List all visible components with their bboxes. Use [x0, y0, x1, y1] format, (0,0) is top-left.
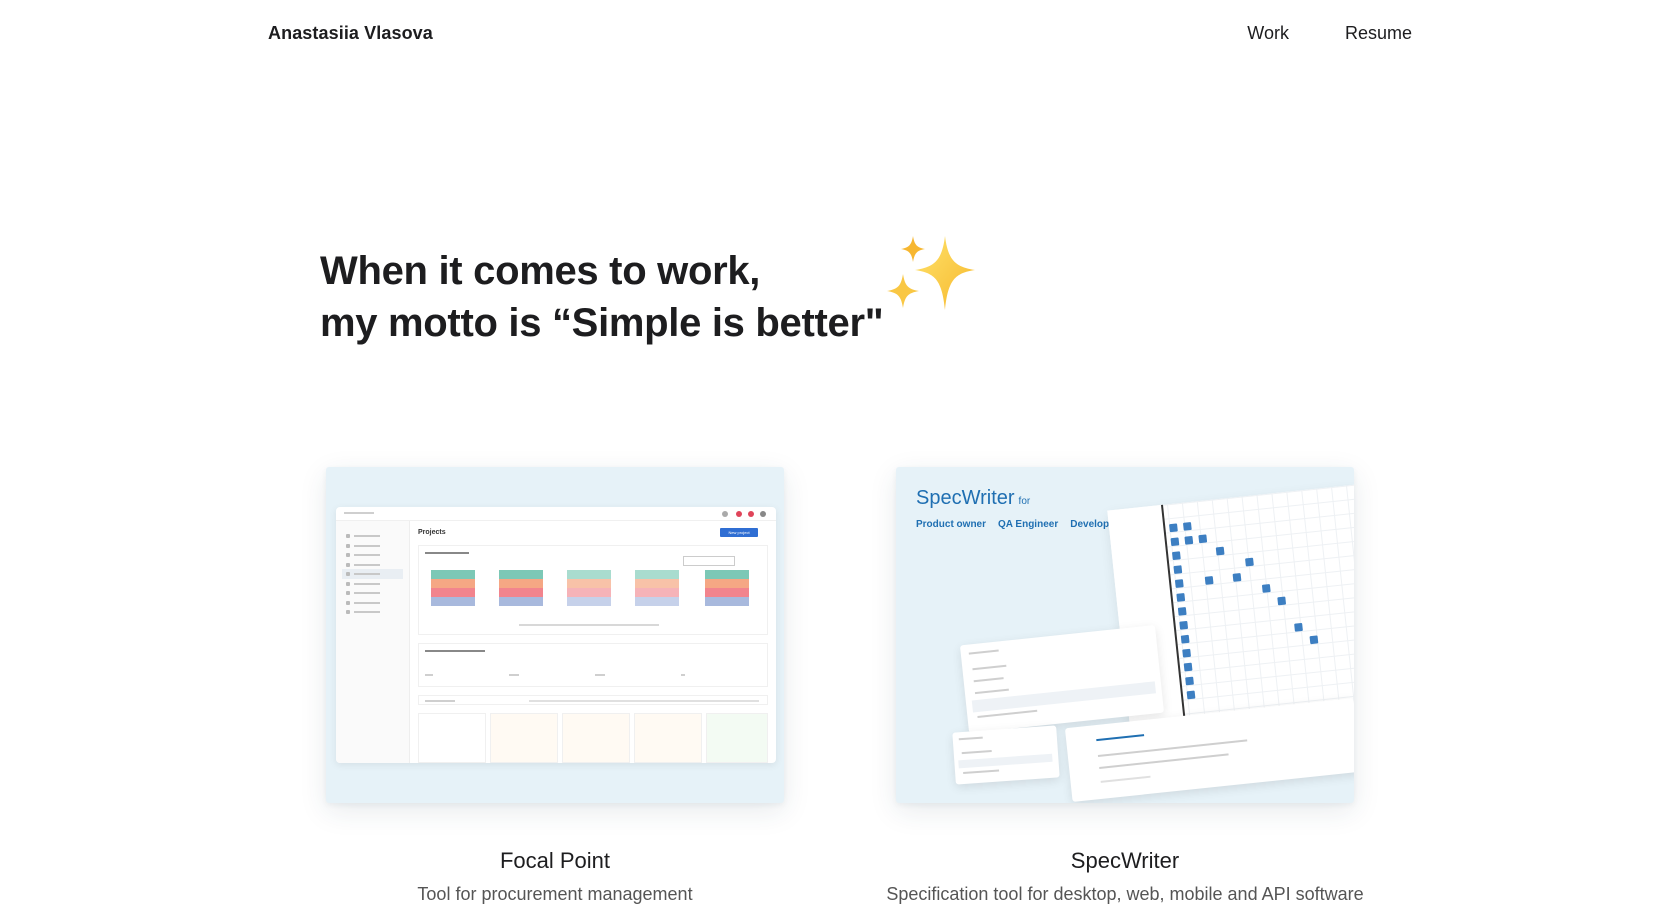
site-header: Anastasiia Vlasova Work Resume — [0, 0, 1680, 70]
specwriter-preview-title: SpecWriter for — [916, 487, 1030, 510]
project-description-focal-point: Tool for procurement management — [417, 884, 693, 904]
project-title-focal-point[interactable]: Focal Point — [255, 848, 855, 874]
preview-new-project-button: New project — [720, 528, 758, 537]
main-nav: Work Resume — [1247, 23, 1412, 44]
brand-name-link[interactable]: Anastasiia Vlasova — [268, 23, 433, 44]
hero-heading: When it comes to work, my motto is “Simp… — [320, 245, 884, 349]
role-qa-engineer: QA Engineer — [998, 519, 1059, 530]
hero-line-1: When it comes to work, — [320, 249, 761, 293]
role-product-owner: Product owner — [916, 519, 987, 530]
specwriter-roles: Product owner QA Engineer Developer — [916, 519, 1119, 530]
project-card-specwriter[interactable]: SpecWriter for Product owner QA Engineer … — [896, 467, 1354, 803]
nav-resume-link[interactable]: Resume — [1345, 23, 1412, 44]
sparkles-icon — [887, 236, 975, 310]
preview-projects-header: Projects — [418, 529, 446, 536]
specwriter-brand: SpecWriter — [916, 487, 1015, 509]
nav-work-link[interactable]: Work — [1247, 23, 1289, 44]
project-card-focal-point[interactable]: Projects New project — [326, 467, 784, 803]
hero-line-2: my motto is “Simple is better" — [320, 301, 884, 345]
specwriter-for-label: for — [1018, 496, 1031, 507]
preview-new-project-label: New project — [728, 530, 750, 535]
project-description-specwriter: Specification tool for desktop, web, mob… — [886, 884, 1364, 904]
focal-point-preview: Projects New project — [336, 507, 776, 763]
project-title-specwriter[interactable]: SpecWriter — [825, 848, 1425, 874]
